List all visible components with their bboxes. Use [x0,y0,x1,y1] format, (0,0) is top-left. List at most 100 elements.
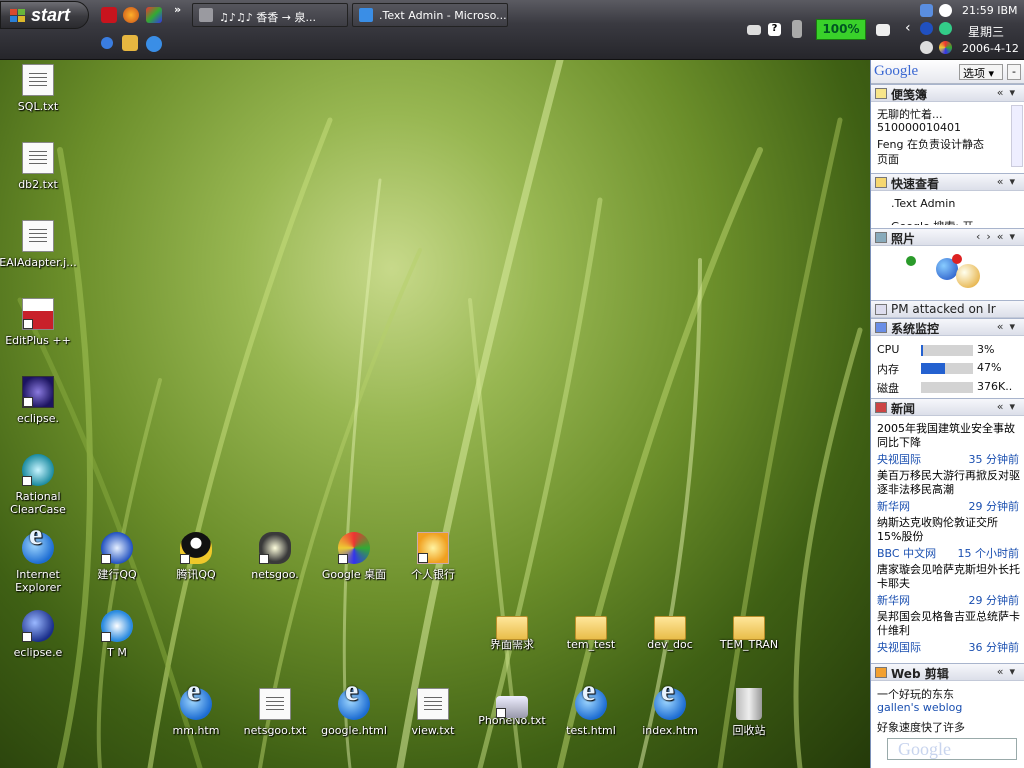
power-plug-icon[interactable] [876,24,890,36]
photos-panel-header[interactable]: 照片 ‹›«▾ [871,228,1024,246]
monitor-label: 磁盘 [877,382,899,395]
msn-tray-icon[interactable] [939,22,952,35]
desktop-icon-test-html[interactable]: test.html [551,684,631,737]
web-clip-item[interactable]: 一个好玩的东东 [877,686,954,702]
cpu-bar [921,345,973,356]
desktop-icon-editplus[interactable]: EditPlus ++ [0,298,78,347]
pm-panel-header[interactable]: PM attacked on Ir [871,300,1024,318]
desktop-icon-tm[interactable]: T M [77,610,157,659]
desktop-icon-eaiadapter[interactable]: EAIAdapter.j... [0,220,78,269]
desktop-icon-tencent-qq[interactable]: 腾讯QQ [156,532,236,581]
panel-controls[interactable]: «▾ [997,175,1021,188]
desktop-icon-eclipse-e[interactable]: eclipse.e [0,610,78,659]
news-source[interactable]: 新华网 [877,592,910,608]
desktop-icon-netsgoo[interactable]: netsgoo. [235,532,315,581]
desktop-icon-folder-tem-test[interactable]: tem_test [551,610,631,651]
news-source[interactable]: BBC 中文网 [877,545,936,561]
panel-controls[interactable]: «▾ [997,665,1021,678]
desktop-icon-index-htm[interactable]: index.htm [630,684,710,737]
feed-icon [875,304,887,315]
start-button[interactable]: start [0,1,89,29]
qq-tray-icon[interactable] [920,22,933,35]
desktop-icon-personal-bank[interactable]: 个人银行 [393,532,473,581]
news-headline[interactable]: 2005年我国建筑业安全事故同比下降 [877,422,1021,450]
keyboard-icon[interactable] [747,25,761,35]
media-player-icon[interactable] [101,37,113,49]
shortcut-arrow-icon [180,554,190,564]
desktop-icon-mm-htm[interactable]: mm.htm [156,684,236,737]
web-clip-item[interactable]: 好象速度快了许多 [877,719,965,735]
folder-icon [654,616,686,640]
ie-quicklaunch-icon[interactable] [146,36,162,52]
news-icon [875,402,887,413]
netsgoo-icon [259,532,291,564]
news-headline[interactable]: 唐家璇会见哈萨克斯坦外长托卡耶夫 [877,563,1021,591]
panel-title: PM attacked on Ir [891,302,996,316]
help-icon[interactable]: ? [768,23,781,36]
google-desktop-sidebar: Google 选项 ▾ - 便笺簿 «▾ 无聊的忙着... 51000001040… [870,60,1024,768]
google-tray-icon[interactable] [939,41,952,54]
desktop-icon-ie[interactable]: Internet Explorer [0,528,78,594]
desktop-icon-folder-ui-req[interactable]: 界面需求 [472,610,552,651]
panel-controls[interactable]: «▾ [997,320,1021,333]
news-headline[interactable]: 美百万移民大游行再掀反对驱逐非法移民高潮 [877,469,1021,497]
monitor-value: 47% [977,361,1002,374]
desktop-icon-google-desktop[interactable]: Google 桌面 [314,532,394,581]
news-source[interactable]: 央视国际 [877,451,921,467]
quick-view-panel-header[interactable]: 快速查看 «▾ [871,173,1024,191]
web-clip-item[interactable]: gallen's weblog [877,701,962,714]
desktop-icon-netsgoo-txt[interactable]: netsgoo.txt [235,688,315,737]
news-panel-header[interactable]: 新闻 «▾ [871,398,1024,416]
folder-icon [496,616,528,640]
quicklaunch-chevron[interactable]: » [174,3,181,16]
desktop-icon-google-html[interactable]: google.html [314,684,394,737]
news-source[interactable]: 新华网 [877,498,910,514]
clock-time[interactable]: 21:59 IBM [962,4,1017,17]
news-headline[interactable]: 纳斯达克收购伦敦证交所15%股份 [877,516,1021,544]
shortcut-arrow-icon [22,632,32,642]
chat-icon[interactable] [939,4,952,17]
quick-view-item[interactable]: Google 搜索: 开... [891,218,984,225]
panel-controls[interactable]: ‹›«▾ [976,230,1021,243]
desktop-icon-view-txt[interactable]: view.txt [393,688,473,737]
firefox-icon[interactable] [123,7,139,23]
desktop-icon-folder-dev-doc[interactable]: dev_doc [630,610,710,651]
desktop-icon-phoneno[interactable]: PhoneNo.txt [472,688,552,727]
news-source[interactable]: 央视国际 [877,639,921,655]
taskbar-button-music[interactable]: ♫♪♫♪ 香香 → 泉... [192,3,348,27]
taskbar-button-textadmin[interactable]: .Text Admin - Microso... [352,3,508,27]
desktop-icon-recycle-bin[interactable]: 回收站 [709,688,789,737]
quicklaunch-app-icon[interactable] [101,7,117,23]
tray-expand-icon[interactable]: ‹ [905,20,911,36]
photo-thumbnail[interactable] [906,250,996,292]
folder-icon [875,177,887,188]
notes-scrollbar[interactable] [1011,105,1023,167]
minimize-sidebar-button[interactable]: - [1007,64,1021,80]
note-line: 页面 [877,153,899,166]
monitor-panel-header[interactable]: 系统监控 «▾ [871,318,1024,336]
notes-panel-header[interactable]: 便笺簿 «▾ [871,84,1024,102]
desktop-icon-db2[interactable]: db2.txt [0,142,78,191]
panel-controls[interactable]: «▾ [997,400,1021,413]
google-logo: Google [874,63,919,79]
desktop-icon-folder-tem-tran[interactable]: TEM_TRAN [709,610,789,651]
desktop-icon-clearcase[interactable]: Rational ClearCase [0,454,78,516]
network-icon[interactable] [920,4,933,17]
paint-icon[interactable] [146,7,162,23]
sidebar-search-box[interactable]: Google [887,738,1017,760]
desktop-icon-eclipse[interactable]: eclipse. [0,376,78,425]
volume-icon[interactable] [792,20,802,38]
news-headline[interactable]: 吴邦国会见格鲁吉亚总统萨卡什维利 [877,610,1021,638]
news-time: 15 个小时前 [957,547,1020,560]
notes-panel[interactable]: 无聊的忙着... 510000010401 Feng 在负责设计静态 页面 [871,103,1024,171]
desktop-icon-jianhang-qq[interactable]: 建行QQ [77,532,157,581]
web-clips-panel-header[interactable]: Web 剪辑 «▾ [871,663,1024,681]
msn-icon[interactable] [122,35,138,51]
battery-indicator[interactable]: 100% [816,19,866,40]
panel-controls[interactable]: «▾ [997,86,1021,99]
quick-view-item[interactable]: .Text Admin [891,197,955,210]
desktop-icon-sql[interactable]: SQL.txt [0,64,78,113]
taskbar-button-label: ♫♪♫♪ 香香 → 泉... [219,11,316,24]
options-button[interactable]: 选项 ▾ [959,64,1003,80]
speech-icon[interactable] [920,41,933,54]
